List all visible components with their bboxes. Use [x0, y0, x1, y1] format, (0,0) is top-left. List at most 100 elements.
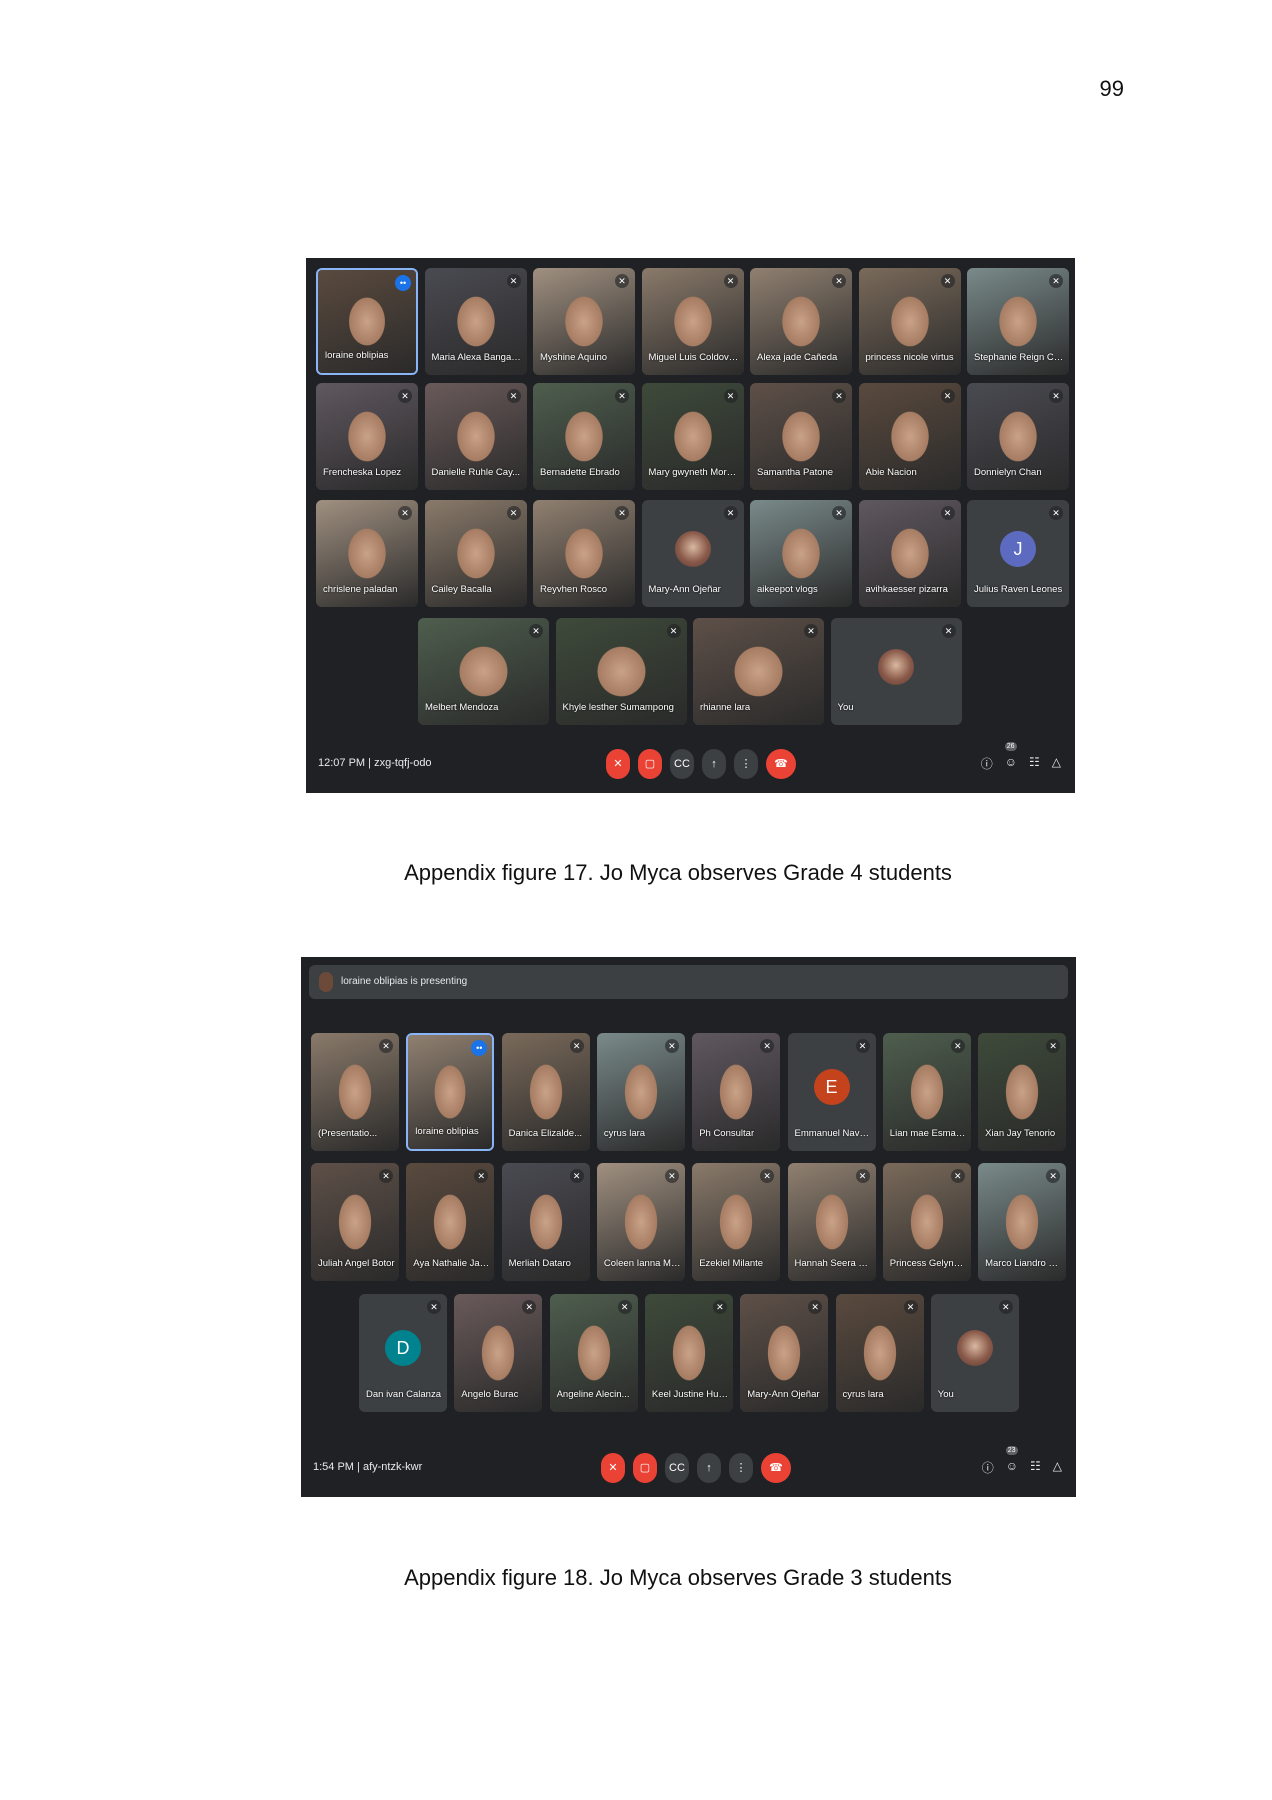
- participant-tile[interactable]: ✕ Mary-Ann Ojeñar: [641, 500, 744, 607]
- participant-tile[interactable]: ✕ Khyle lesther Sumampong: [555, 618, 687, 725]
- participant-tile[interactable]: ✕ Coleen Ianna Mo...: [596, 1163, 685, 1281]
- participant-tile[interactable]: ✕ Mary-Ann Ojeñar: [740, 1294, 829, 1412]
- participant-tile[interactable]: ✕ You: [830, 618, 962, 725]
- captions-button[interactable]: CC: [665, 1453, 689, 1483]
- participant-name: Khyle lesther Sumampong: [562, 702, 674, 713]
- presenting-text: loraine oblipias is presenting: [341, 976, 468, 987]
- participant-tile[interactable]: ✕ Abie Nacion: [858, 383, 961, 490]
- participant-tile[interactable]: •• loraine oblipias: [406, 1033, 495, 1151]
- participant-tile[interactable]: ✕ rhianne lara: [693, 618, 824, 725]
- participant-tile[interactable]: ✕ Reyvhen Rosco: [533, 500, 635, 607]
- mic-off-icon: ✕: [379, 1039, 393, 1053]
- participant-tile[interactable]: ✕ Lian mae Esmari...: [882, 1033, 971, 1151]
- participant-tile[interactable]: ✕ Aya Nathalie Jan...: [406, 1163, 495, 1281]
- more-button[interactable]: ⋮: [734, 749, 758, 779]
- participant-tile[interactable]: ✕ Hannah Seera M...: [787, 1163, 876, 1281]
- participant-name: Keel Justine Hural: [651, 1389, 729, 1400]
- present-button[interactable]: ↑: [702, 749, 726, 779]
- participant-name: Miguel Luis Coldovero: [648, 352, 740, 363]
- mic-off-button[interactable]: ✕: [606, 749, 630, 779]
- participant-tile[interactable]: ✕ Cailey Bacalla: [424, 500, 527, 607]
- meet-screenshot-grade4: •• loraine oblipias ✕ Maria Alexa Bangayan ✕…: [306, 258, 1075, 793]
- info-icon[interactable]: ⓘ: [981, 755, 993, 772]
- participant-name: Samantha Patone: [757, 467, 834, 478]
- participant-tile[interactable]: •• loraine oblipias: [316, 268, 418, 375]
- participant-name: rhianne lara: [700, 702, 751, 713]
- participant-tile[interactable]: ✕ You: [930, 1294, 1019, 1412]
- participant-name: Mary-Ann Ojeñar: [747, 1389, 820, 1400]
- participant-tile[interactable]: ✕ Marco Liandro Col...: [978, 1163, 1067, 1281]
- participant-tile[interactable]: ✕ chrislene paladan: [316, 500, 418, 607]
- end-call-button[interactable]: ☎: [766, 749, 796, 779]
- end-call-button[interactable]: ☎: [761, 1453, 791, 1483]
- more-icon: ⋮: [735, 1462, 747, 1474]
- participant-tile[interactable]: ✕ Mary gwyneth Morali...: [641, 383, 744, 490]
- participant-tile[interactable]: ✕ Alexa jade Cañeda: [750, 268, 852, 375]
- chat-icon[interactable]: ☷: [1030, 1459, 1041, 1476]
- captions-button[interactable]: CC: [670, 749, 694, 779]
- participant-tile[interactable]: ✕ Donnielyn Chan: [967, 383, 1069, 490]
- camera-off-button[interactable]: ▢: [633, 1453, 657, 1483]
- mic-off-icon: ✕: [940, 389, 955, 403]
- participant-tile[interactable]: ✕ Princess Gelyne...: [882, 1163, 971, 1281]
- participant-tile[interactable]: ✕ Miguel Luis Coldovero: [641, 268, 744, 375]
- participant-tile[interactable]: ✕ Stephanie Reign Cali...: [967, 268, 1069, 375]
- mic-off-button[interactable]: ✕: [601, 1453, 625, 1483]
- participant-tile[interactable]: D ✕ Dan ivan Calanza: [359, 1294, 447, 1412]
- mic-off-icon: ✕: [529, 624, 543, 638]
- participant-tile[interactable]: ✕ aikeepot vlogs: [750, 500, 852, 607]
- participant-name: Bernadette Ebrado: [540, 467, 620, 478]
- participant-tile[interactable]: ✕ avihkaesser pizarra: [858, 500, 961, 607]
- activities-icon[interactable]: △: [1052, 755, 1061, 772]
- participant-tile[interactable]: ✕ Merliah Dataro: [501, 1163, 590, 1281]
- participant-tile[interactable]: ✕ Danielle Ruhle Cay...: [424, 383, 527, 490]
- participant-tile[interactable]: J ✕ Julius Raven Leones: [967, 500, 1069, 607]
- participant-tile[interactable]: ✕ (Presentatio...: [311, 1033, 399, 1151]
- camera-off-button[interactable]: ▢: [638, 749, 662, 779]
- mic-off-icon: ✕: [832, 506, 846, 520]
- participant-tile[interactable]: E ✕ Emmanuel Navarr...: [787, 1033, 876, 1151]
- participant-tile[interactable]: ✕ Frencheska Lopez: [316, 383, 418, 490]
- more-button[interactable]: ⋮: [729, 1453, 753, 1483]
- participant-tile[interactable]: ✕ Juliah Angel Botor: [311, 1163, 399, 1281]
- participant-tile[interactable]: ✕ Myshine Aquino: [533, 268, 635, 375]
- participant-tile[interactable]: ✕ Melbert Mendoza: [418, 618, 549, 725]
- participant-tile[interactable]: ✕ Angeline Alecin...: [549, 1294, 638, 1412]
- participant-tile[interactable]: ✕ Samantha Patone: [750, 383, 852, 490]
- info-icon[interactable]: ⓘ: [982, 1459, 994, 1476]
- participant-tile[interactable]: ✕ cyrus lara: [835, 1294, 924, 1412]
- participant-tile[interactable]: ✕ Keel Justine Hural: [644, 1294, 733, 1412]
- activities-icon[interactable]: △: [1053, 1459, 1062, 1476]
- participant-tile[interactable]: ✕ cyrus lara: [596, 1033, 685, 1151]
- mic-off-icon: ✕: [832, 389, 846, 403]
- mic-off-icon: ✕: [940, 274, 955, 288]
- participant-tile[interactable]: ✕ Ph Consultar: [692, 1033, 781, 1151]
- participant-name: avihkaesser pizarra: [865, 584, 948, 595]
- end-call-icon: ☎: [769, 1462, 783, 1474]
- meeting-code: zxg-tqfj-odo: [374, 757, 432, 769]
- end-call-icon: ☎: [774, 758, 788, 770]
- participant-avatar: D: [385, 1330, 421, 1367]
- participant-tile[interactable]: ✕ Xian Jay Tenorio: [978, 1033, 1067, 1151]
- participant-tile[interactable]: ✕ Danica Elizalde...: [501, 1033, 590, 1151]
- mic-off-icon: ✕: [1046, 1039, 1061, 1053]
- people-icon[interactable]: ☺ 23: [1005, 1446, 1018, 1476]
- participant-name: Coleen Ianna Mo...: [603, 1258, 681, 1269]
- participant-tile[interactable]: ✕ Maria Alexa Bangayan: [424, 268, 527, 375]
- present-button[interactable]: ↑: [697, 1453, 721, 1483]
- participant-name: Marco Liandro Col...: [985, 1258, 1063, 1269]
- participant-tile[interactable]: ✕ princess nicole virtus: [858, 268, 961, 375]
- mic-off-icon: ✕: [1049, 274, 1063, 288]
- mic-off-icon: ✕: [712, 1300, 727, 1314]
- participant-tile[interactable]: ✕ Ezekiel Milante: [692, 1163, 781, 1281]
- figure-caption-17: Appendix figure 17. Jo Myca observes Gra…: [404, 860, 952, 885]
- chat-icon[interactable]: ☷: [1029, 755, 1040, 772]
- mic-off-icon: ✕: [506, 274, 521, 288]
- people-icon[interactable]: ☺ 26: [1004, 742, 1017, 772]
- participant-tile[interactable]: ✕ Bernadette Ebrado: [533, 383, 635, 490]
- participant-name: Danica Elizalde...: [508, 1128, 582, 1139]
- participant-name: cyrus lara: [603, 1128, 646, 1139]
- mic-off-icon: ✕: [615, 389, 629, 403]
- mic-off-icon: ✕: [608, 1462, 618, 1474]
- participant-tile[interactable]: ✕ Angelo Burac: [454, 1294, 543, 1412]
